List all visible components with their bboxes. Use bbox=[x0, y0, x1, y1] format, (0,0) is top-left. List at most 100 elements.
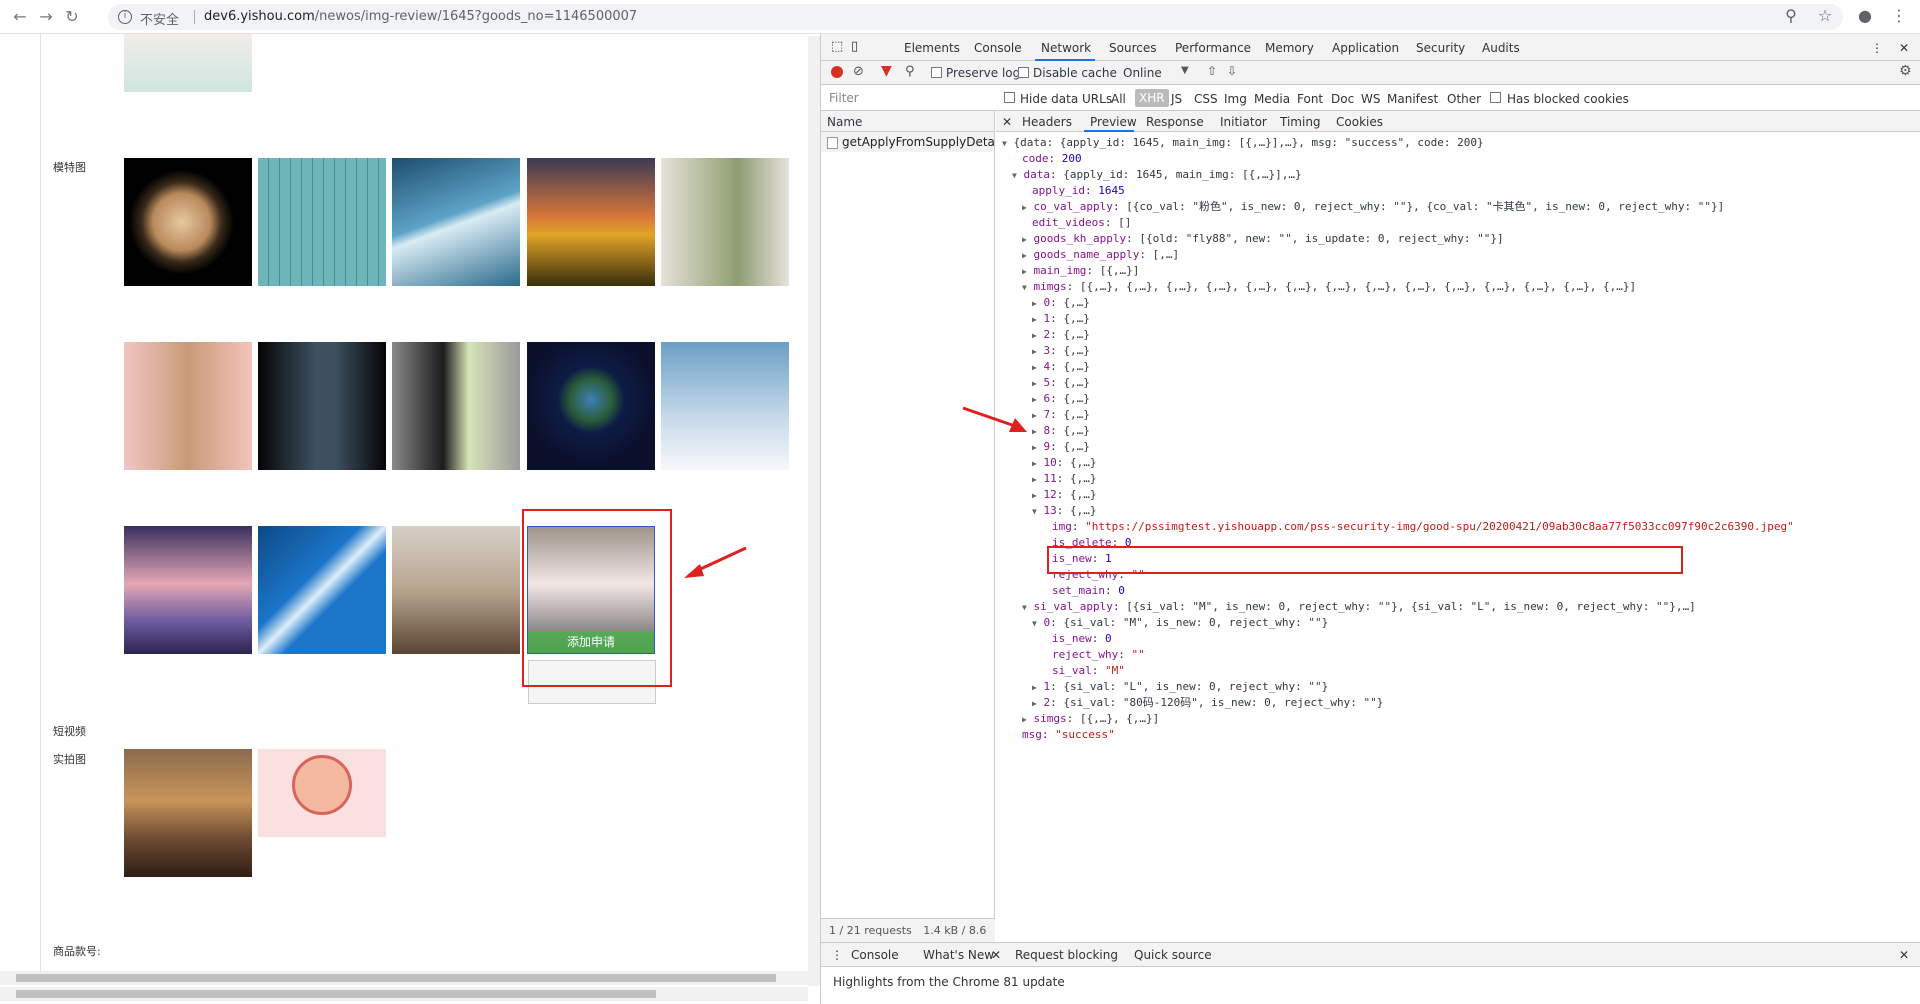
json-line[interactable]: ▶ main_img: [{,…}] bbox=[1022, 263, 1139, 280]
filter-icon[interactable]: ▼ bbox=[881, 63, 892, 79]
more-icon[interactable]: ⋮ bbox=[831, 948, 843, 962]
device-icon[interactable]: ▯ bbox=[851, 39, 858, 54]
image-thumbnail[interactable] bbox=[527, 158, 655, 286]
drawer-tab-whats-new[interactable]: What's New bbox=[923, 948, 994, 962]
expand-down-icon[interactable]: ▼ bbox=[1012, 171, 1017, 180]
image-thumbnail[interactable] bbox=[258, 526, 386, 654]
json-line[interactable]: ▶ 2: {si_val: "80码-120码", is_new: 0, rej… bbox=[1032, 695, 1383, 712]
image-thumbnail[interactable] bbox=[124, 342, 252, 470]
image-thumbnail[interactable] bbox=[124, 34, 252, 92]
image-thumbnail[interactable] bbox=[661, 158, 789, 286]
image-thumbnail[interactable] bbox=[392, 342, 520, 470]
preserve-log-checkbox[interactable] bbox=[931, 67, 942, 78]
scrollbar-thumb[interactable] bbox=[16, 990, 656, 998]
import-icon[interactable]: ⇧ bbox=[1207, 64, 1217, 78]
info-icon[interactable]: i bbox=[118, 10, 132, 24]
close-icon[interactable]: ✕ bbox=[1899, 948, 1909, 962]
tab-security[interactable]: Security bbox=[1416, 41, 1465, 55]
image-thumbnail[interactable] bbox=[258, 749, 386, 877]
expand-right-icon[interactable]: ▶ bbox=[1032, 347, 1037, 356]
json-line[interactable]: ▶ 8: {,…} bbox=[1032, 423, 1090, 440]
tab-network[interactable]: Network bbox=[1041, 41, 1091, 55]
tab-audits[interactable]: Audits bbox=[1482, 41, 1520, 55]
clear-icon[interactable]: ⊘ bbox=[853, 64, 864, 79]
filter-type-ws[interactable]: WS bbox=[1361, 92, 1380, 106]
record-icon[interactable] bbox=[831, 66, 843, 78]
json-line[interactable]: ▶ 9: {,…} bbox=[1032, 439, 1090, 456]
filter-input[interactable]: Filter bbox=[829, 91, 859, 105]
inspect-icon[interactable]: ⬚ bbox=[831, 39, 843, 54]
json-line[interactable]: ▶ goods_kh_apply: [{old: "fly88", new: "… bbox=[1022, 231, 1504, 248]
json-line[interactable]: ▶ 10: {,…} bbox=[1032, 455, 1096, 472]
expand-right-icon[interactable]: ▶ bbox=[1032, 315, 1037, 324]
blocked-cookies-checkbox[interactable] bbox=[1490, 92, 1501, 103]
close-icon[interactable]: ✕ bbox=[991, 948, 1001, 962]
filter-type-media[interactable]: Media bbox=[1254, 92, 1290, 106]
back-icon[interactable]: ← bbox=[10, 7, 30, 27]
expand-right-icon[interactable]: ▶ bbox=[1032, 363, 1037, 372]
json-line[interactable]: ▶ simgs: [{,…}, {,…}] bbox=[1022, 711, 1159, 728]
scrollbar-track[interactable] bbox=[809, 36, 819, 986]
json-line[interactable]: ▶ goods_name_apply: [,…] bbox=[1022, 247, 1179, 264]
expand-right-icon[interactable]: ▶ bbox=[1032, 699, 1037, 708]
name-column-header[interactable]: Name bbox=[821, 111, 994, 132]
expand-right-icon[interactable]: ▶ bbox=[1022, 251, 1027, 260]
expand-right-icon[interactable]: ▶ bbox=[1032, 491, 1037, 500]
expand-down-icon[interactable]: ▼ bbox=[1032, 507, 1037, 516]
image-thumbnail[interactable] bbox=[527, 342, 655, 470]
json-line[interactable]: ▼ mimgs: [{,…}, {,…}, {,…}, {,…}, {,…}, … bbox=[1022, 279, 1636, 296]
tab-console[interactable]: Console bbox=[974, 41, 1022, 55]
expand-down-icon[interactable]: ▼ bbox=[1022, 283, 1027, 292]
filter-type-doc[interactable]: Doc bbox=[1331, 92, 1354, 106]
filter-type-manifest[interactable]: Manifest bbox=[1387, 92, 1438, 106]
json-line[interactable]: ▼ {data: {apply_id: 1645, main_img: [{,…… bbox=[1002, 135, 1484, 152]
scrollbar-thumb[interactable] bbox=[16, 974, 776, 982]
tab-application[interactable]: Application bbox=[1332, 41, 1399, 55]
drawer-tab-request-blocking[interactable]: Request blocking bbox=[1015, 948, 1118, 962]
menu-icon[interactable]: ⋮ bbox=[1888, 6, 1910, 25]
tab-response[interactable]: Response bbox=[1146, 115, 1204, 129]
json-line[interactable]: ▼ data: {apply_id: 1645, main_img: [{,…}… bbox=[1012, 167, 1302, 184]
throttle-select[interactable]: Online bbox=[1123, 66, 1162, 80]
expand-right-icon[interactable]: ▶ bbox=[1022, 203, 1027, 212]
tab-preview[interactable]: Preview bbox=[1090, 115, 1137, 129]
expand-right-icon[interactable]: ▶ bbox=[1032, 379, 1037, 388]
expand-right-icon[interactable]: ▶ bbox=[1022, 715, 1027, 724]
tab-sources[interactable]: Sources bbox=[1109, 41, 1156, 55]
image-thumbnail[interactable] bbox=[124, 526, 252, 654]
image-thumbnail[interactable] bbox=[392, 526, 520, 654]
request-row[interactable]: getApplyFromSupplyDetail bbox=[821, 132, 994, 152]
expand-right-icon[interactable]: ▶ bbox=[1032, 475, 1037, 484]
json-line[interactable]: ▶ 2: {,…} bbox=[1032, 327, 1090, 344]
json-line[interactable]: ▶ 1: {,…} bbox=[1032, 311, 1090, 328]
chevron-down-icon[interactable]: ▼ bbox=[1181, 65, 1189, 76]
horizontal-scrollbar[interactable] bbox=[0, 987, 808, 1001]
url-text[interactable]: dev6.yishou.com/newos/img-review/1645?go… bbox=[204, 9, 637, 24]
expand-right-icon[interactable]: ▶ bbox=[1032, 299, 1037, 308]
image-thumbnail[interactable] bbox=[392, 158, 520, 286]
close-icon[interactable]: ✕ bbox=[1899, 41, 1909, 55]
expand-right-icon[interactable]: ▶ bbox=[1032, 683, 1037, 692]
json-line[interactable]: ▶ 6: {,…} bbox=[1032, 391, 1090, 408]
profile-icon[interactable]: ● bbox=[1854, 6, 1876, 25]
expand-right-icon[interactable]: ▶ bbox=[1032, 443, 1037, 452]
tab-cookies[interactable]: Cookies bbox=[1336, 115, 1383, 129]
json-line[interactable]: ▶ 12: {,…} bbox=[1032, 487, 1096, 504]
json-line[interactable]: ▶ 7: {,…} bbox=[1032, 407, 1090, 424]
expand-right-icon[interactable]: ▶ bbox=[1022, 235, 1027, 244]
zoom-icon[interactable]: ⚲ bbox=[1780, 6, 1802, 25]
expand-right-icon[interactable]: ▶ bbox=[1032, 411, 1037, 420]
export-icon[interactable]: ⇩ bbox=[1227, 64, 1237, 78]
search-icon[interactable]: ⚲ bbox=[905, 64, 915, 79]
filter-type-js[interactable]: JS bbox=[1171, 92, 1182, 106]
filter-type-other[interactable]: Other bbox=[1447, 92, 1481, 106]
tab-performance[interactable]: Performance bbox=[1175, 41, 1251, 55]
filter-type-img[interactable]: Img bbox=[1224, 92, 1247, 106]
expand-right-icon[interactable]: ▶ bbox=[1032, 459, 1037, 468]
gear-icon[interactable]: ⚙ bbox=[1899, 63, 1912, 79]
expand-right-icon[interactable]: ▶ bbox=[1032, 331, 1037, 340]
image-thumbnail[interactable] bbox=[124, 749, 252, 877]
drawer-tab-console[interactable]: Console bbox=[851, 948, 899, 962]
expand-right-icon[interactable]: ▶ bbox=[1032, 427, 1037, 436]
forward-icon[interactable]: → bbox=[36, 7, 56, 27]
